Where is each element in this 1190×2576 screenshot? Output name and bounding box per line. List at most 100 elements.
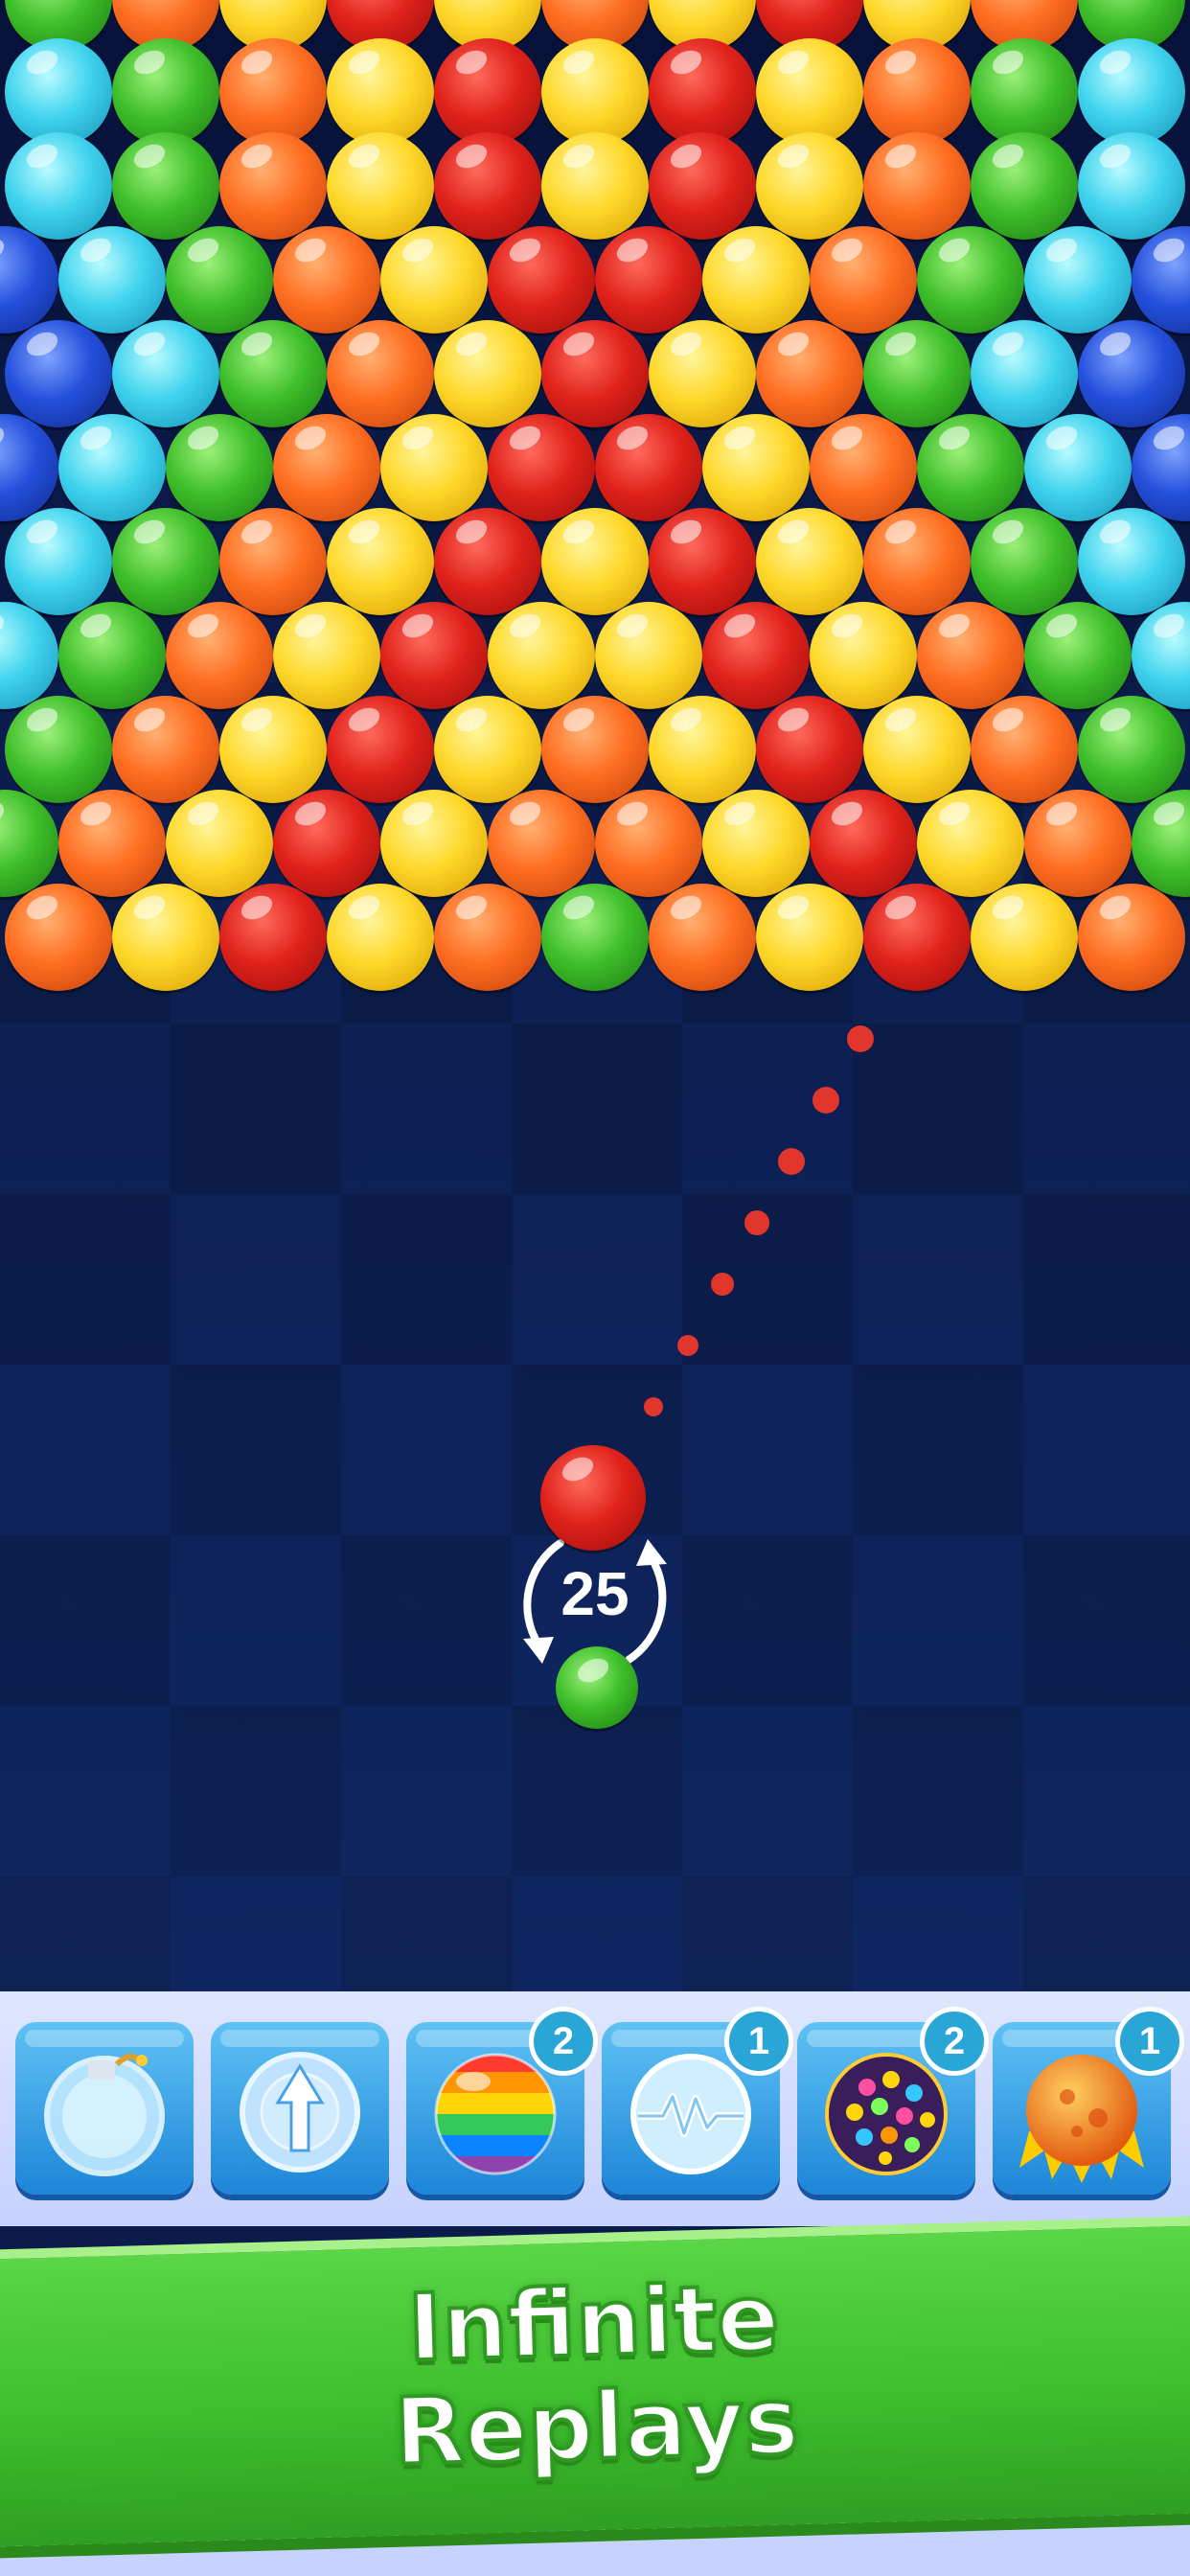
bubble-green bbox=[112, 38, 219, 146]
bubble-yellow bbox=[112, 884, 219, 991]
bubble-cyan bbox=[971, 320, 1078, 427]
bubble-green bbox=[863, 320, 971, 427]
bubble-green bbox=[541, 884, 649, 991]
bubble-red bbox=[810, 790, 917, 897]
bubble-yellow bbox=[649, 320, 756, 427]
bubble-red bbox=[595, 226, 702, 334]
bubble-green bbox=[166, 414, 273, 521]
aim-dot bbox=[847, 1025, 874, 1052]
bubble-cyan bbox=[1078, 132, 1185, 240]
bubble-yellow bbox=[541, 508, 649, 615]
bubble-red bbox=[273, 790, 380, 897]
bubble-cyan bbox=[58, 414, 166, 521]
bubble-orange bbox=[219, 508, 327, 615]
bubble-cyan bbox=[5, 508, 112, 615]
bubble-yellow bbox=[756, 884, 863, 991]
bubble-red bbox=[380, 602, 488, 709]
bubble-yellow bbox=[380, 414, 488, 521]
bubble-yellow bbox=[756, 508, 863, 615]
bubble-green bbox=[917, 414, 1024, 521]
bubble-blue bbox=[0, 414, 58, 521]
bubble-red bbox=[434, 132, 541, 240]
bubble-yellow bbox=[595, 602, 702, 709]
bubble-red bbox=[488, 414, 595, 521]
bubble-orange bbox=[863, 508, 971, 615]
bubble-cyan bbox=[5, 38, 112, 146]
bubble-orange bbox=[273, 414, 380, 521]
bubble-cyan bbox=[58, 226, 166, 334]
bubble-yellow bbox=[327, 884, 434, 991]
moves-remaining-counter: 25 bbox=[561, 1559, 629, 1628]
bubble-blue bbox=[1078, 320, 1185, 427]
aim-dot bbox=[744, 1210, 769, 1235]
bubble-orange bbox=[166, 602, 273, 709]
bubble-cyan bbox=[1132, 602, 1190, 709]
bubble-yellow bbox=[702, 414, 810, 521]
bubble-shooter[interactable]: 25 bbox=[489, 1438, 701, 1735]
bubble-green bbox=[58, 602, 166, 709]
bubble-blue bbox=[5, 320, 112, 427]
game-screen[interactable]: 25 2 1 2 1 Infinite Replays bbox=[0, 0, 1190, 2576]
aim-dot bbox=[812, 1087, 839, 1114]
bubble-red bbox=[434, 508, 541, 615]
bubble-green bbox=[112, 508, 219, 615]
promo-banner-text: Infinite Replays bbox=[0, 2255, 1190, 2496]
bubble-green bbox=[917, 226, 1024, 334]
bubble-orange bbox=[863, 38, 971, 146]
bubble-orange bbox=[971, 696, 1078, 803]
bubble-red bbox=[702, 602, 810, 709]
bubble-orange bbox=[488, 790, 595, 897]
bubble-yellow bbox=[327, 38, 434, 146]
bubble-cyan bbox=[1078, 38, 1185, 146]
bubble-blue bbox=[1132, 414, 1190, 521]
bubble-orange bbox=[810, 226, 917, 334]
bubble-orange bbox=[58, 790, 166, 897]
bubble-red bbox=[595, 414, 702, 521]
bubble-yellow bbox=[702, 226, 810, 334]
bubble-blue bbox=[1132, 226, 1190, 334]
bubble-green bbox=[166, 226, 273, 334]
bubble-yellow bbox=[434, 320, 541, 427]
powerup-count-badge: 2 bbox=[529, 2007, 598, 2076]
powerup-count-badge: 1 bbox=[724, 2007, 793, 2076]
bubble-yellow bbox=[488, 602, 595, 709]
bubble-grid bbox=[0, 0, 1190, 997]
bubble-orange bbox=[1024, 790, 1132, 897]
bubble-yellow bbox=[219, 696, 327, 803]
bubble-orange bbox=[810, 414, 917, 521]
bubble-red bbox=[327, 696, 434, 803]
bubble-green bbox=[1132, 790, 1190, 897]
bubble-red bbox=[649, 132, 756, 240]
bubble-yellow bbox=[434, 696, 541, 803]
powerup-disco-button[interactable]: 2 bbox=[797, 2007, 989, 2195]
bubble-yellow bbox=[541, 38, 649, 146]
bubble-orange bbox=[112, 696, 219, 803]
bubble-green bbox=[1078, 696, 1185, 803]
bubble-green bbox=[1024, 602, 1132, 709]
powerup-bar: 2 1 2 1 bbox=[0, 1991, 1190, 2226]
bubble-yellow bbox=[380, 790, 488, 897]
bubble-yellow bbox=[273, 602, 380, 709]
bubble-cyan bbox=[1078, 508, 1185, 615]
powerup-bomb-button[interactable] bbox=[15, 2022, 194, 2195]
bubble-red bbox=[219, 884, 327, 991]
bubble-yellow bbox=[702, 790, 810, 897]
powerup-lightning-button[interactable]: 1 bbox=[602, 2007, 793, 2195]
bubble-yellow bbox=[917, 790, 1024, 897]
bubble-green bbox=[971, 38, 1078, 146]
current-bubble bbox=[540, 1445, 646, 1551]
bubble-green bbox=[0, 790, 58, 897]
bubble-red bbox=[488, 226, 595, 334]
next-bubble[interactable] bbox=[556, 1646, 638, 1729]
bubble-yellow bbox=[649, 696, 756, 803]
bubble-yellow bbox=[863, 696, 971, 803]
arrow-bubble-icon bbox=[240, 2052, 360, 2173]
powerup-fireball-button[interactable]: 1 bbox=[993, 2007, 1184, 2195]
bubble-cyan bbox=[1024, 226, 1132, 334]
bubble-green bbox=[219, 320, 327, 427]
bubble-yellow bbox=[166, 790, 273, 897]
bubble-yellow bbox=[810, 602, 917, 709]
powerup-arrow-button[interactable] bbox=[211, 2022, 389, 2195]
powerup-rainbow-button[interactable]: 2 bbox=[406, 2007, 598, 2195]
bubble-cyan bbox=[0, 602, 58, 709]
